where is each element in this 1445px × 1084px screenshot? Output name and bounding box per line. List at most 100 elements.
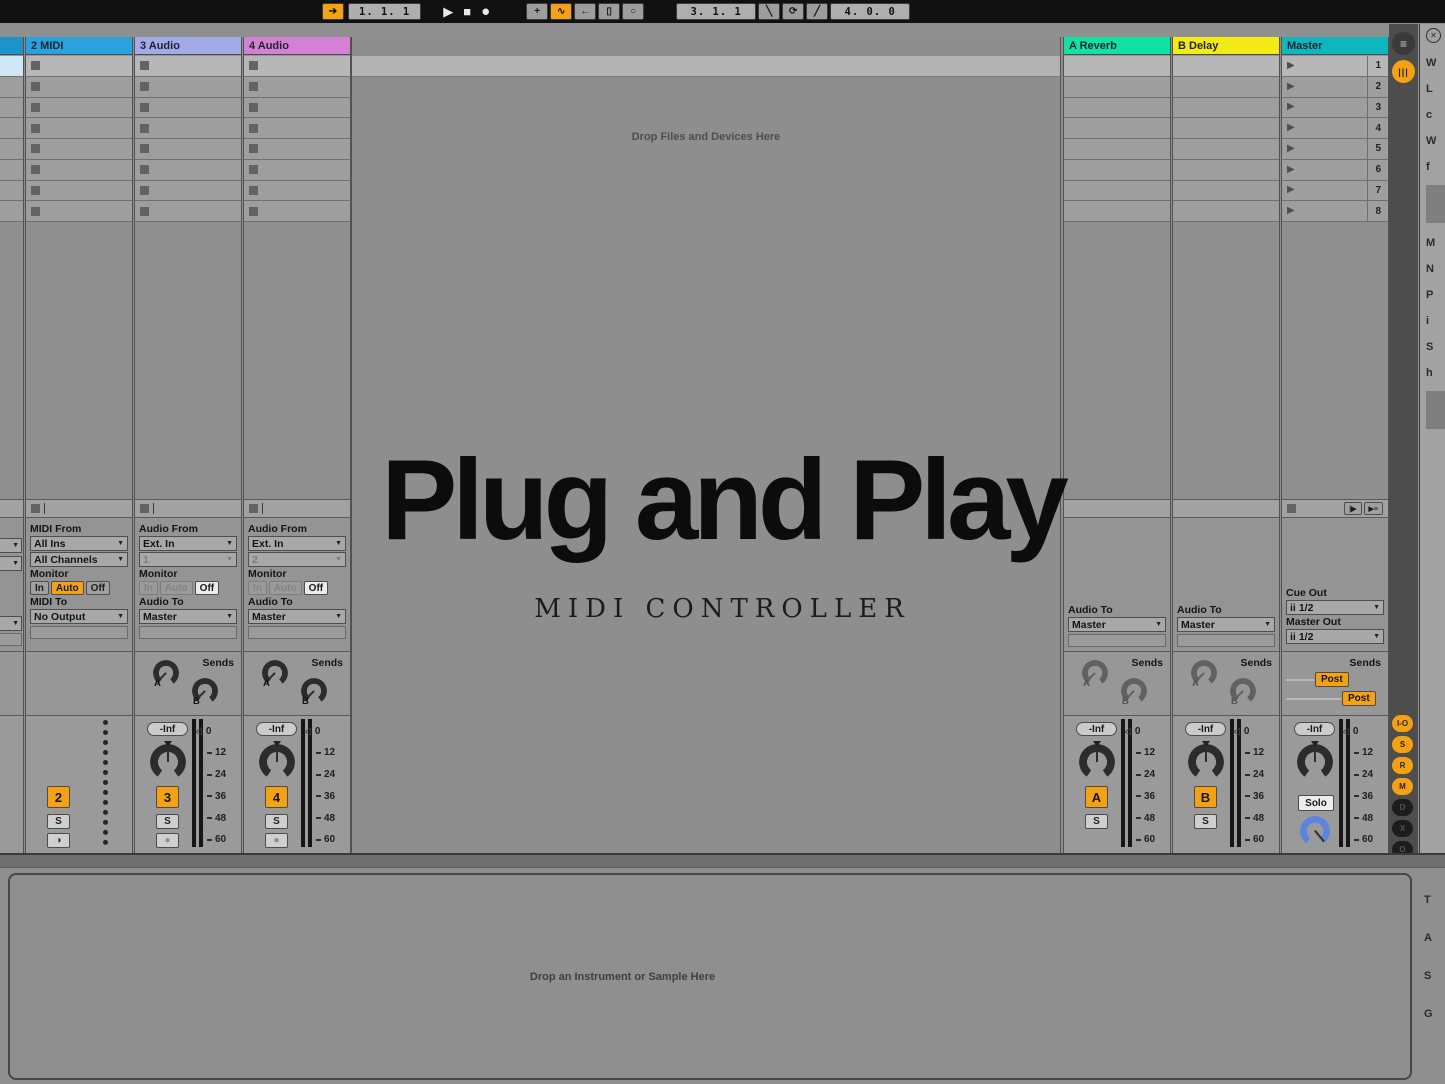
arrangement-position-display[interactable]: 1. 1. 1 bbox=[348, 3, 421, 20]
scene-slot[interactable]: ▶4 bbox=[1282, 118, 1388, 139]
track-3-volume-knob[interactable] bbox=[150, 744, 186, 780]
scene-slot[interactable]: ▶8 bbox=[1282, 201, 1388, 222]
track-4-activator[interactable]: 4 bbox=[265, 786, 288, 808]
clip-slot[interactable] bbox=[1064, 160, 1170, 181]
send-a-knob[interactable]: A bbox=[1082, 660, 1108, 686]
clip-slot[interactable] bbox=[1064, 201, 1170, 222]
clip-stop-icon[interactable] bbox=[249, 207, 258, 216]
return-b-header[interactable]: B Delay bbox=[1173, 37, 1279, 55]
clip-slot[interactable] bbox=[244, 77, 350, 98]
monitor-auto-button[interactable]: Auto bbox=[51, 581, 84, 595]
clip-slot[interactable] bbox=[26, 56, 132, 77]
clip-slot[interactable] bbox=[244, 98, 350, 119]
clip-slot[interactable] bbox=[0, 181, 23, 202]
track-2-solo-button[interactable]: S bbox=[47, 814, 70, 829]
clip-slot[interactable] bbox=[135, 201, 241, 222]
play-button[interactable]: ▶ bbox=[443, 5, 453, 18]
clip-slot[interactable] bbox=[1173, 160, 1279, 181]
send-b-knob[interactable]: B bbox=[1230, 678, 1256, 704]
send-b-knob[interactable]: B bbox=[301, 678, 327, 704]
scene-play-icon[interactable]: ▶ bbox=[1287, 123, 1295, 133]
session-record-button[interactable]: ○ bbox=[622, 3, 644, 20]
clip-slot[interactable] bbox=[1064, 98, 1170, 119]
toggle-i-o[interactable]: I-O bbox=[1392, 715, 1413, 732]
clip-slot[interactable] bbox=[135, 139, 241, 160]
track-3-volume-display[interactable]: -Inf bbox=[147, 722, 188, 736]
return-a-volume-display[interactable]: -Inf bbox=[1076, 722, 1117, 736]
clip-slot[interactable] bbox=[244, 118, 350, 139]
clip-stop-icon[interactable] bbox=[31, 103, 40, 112]
monitor-in-button[interactable]: In bbox=[248, 581, 267, 595]
clip-slot[interactable] bbox=[0, 56, 23, 77]
clip-slot[interactable] bbox=[0, 118, 23, 139]
capture-midi-button[interactable]: ▯ bbox=[598, 3, 620, 20]
clip-slot[interactable] bbox=[244, 181, 350, 202]
monitor-off-button[interactable]: Off bbox=[195, 581, 219, 595]
monitor-auto-button[interactable]: Auto bbox=[160, 581, 193, 595]
midi-overdub-button[interactable]: + bbox=[526, 3, 548, 20]
clip-slot[interactable] bbox=[1173, 118, 1279, 139]
track-3-header[interactable]: 3 Audio bbox=[135, 37, 241, 55]
clip-stop-icon[interactable] bbox=[31, 82, 40, 91]
track-4-header[interactable]: 4 Audio bbox=[244, 37, 350, 55]
stop-button[interactable]: ■ bbox=[463, 5, 471, 18]
clip-stop-icon[interactable] bbox=[31, 144, 40, 153]
loop-start-display[interactable]: 3. 1. 1 bbox=[676, 3, 756, 20]
toggle-s[interactable]: S bbox=[1392, 736, 1413, 753]
track-2-activator[interactable]: 2 bbox=[47, 786, 70, 808]
clip-slot[interactable] bbox=[26, 181, 132, 202]
clip-slot[interactable] bbox=[26, 139, 132, 160]
scene-play-icon[interactable]: ▶ bbox=[1287, 185, 1295, 195]
scene-slot[interactable]: ▶5 bbox=[1282, 139, 1388, 160]
loop-button[interactable]: ⟳ bbox=[782, 3, 804, 20]
clip-slot[interactable] bbox=[1064, 181, 1170, 202]
punch-in-button[interactable]: ╲ bbox=[758, 3, 780, 20]
track-2-header[interactable]: 2 MIDI bbox=[26, 37, 132, 55]
clip-slot[interactable] bbox=[135, 160, 241, 181]
clip-slot[interactable] bbox=[244, 160, 350, 181]
send-b-post-button[interactable]: Post bbox=[1342, 691, 1376, 706]
master-solo-button[interactable]: Solo bbox=[1298, 795, 1334, 811]
toggle-m[interactable]: M bbox=[1392, 778, 1413, 795]
clip-slot[interactable] bbox=[244, 201, 350, 222]
clip-stop-icon[interactable] bbox=[249, 186, 258, 195]
clip-slot[interactable] bbox=[135, 118, 241, 139]
clip-slot[interactable] bbox=[135, 181, 241, 202]
return-b-activator[interactable]: B bbox=[1194, 786, 1217, 808]
clip-slot[interactable] bbox=[26, 160, 132, 181]
master-out-dropdown[interactable]: ii1/2▼ bbox=[1286, 629, 1384, 644]
send-a-post-button[interactable]: Post bbox=[1315, 672, 1349, 687]
clip-slot[interactable] bbox=[26, 201, 132, 222]
clip-slot[interactable] bbox=[1064, 56, 1170, 77]
clip-stop-icon[interactable] bbox=[140, 165, 149, 174]
send-a-knob[interactable]: A bbox=[153, 660, 179, 686]
track-3-activator[interactable]: 3 bbox=[156, 786, 179, 808]
clip-stop-icon[interactable] bbox=[249, 103, 258, 112]
scene-slot[interactable]: ▶7 bbox=[1282, 181, 1388, 202]
return-b-solo-button[interactable]: S bbox=[1194, 814, 1217, 829]
send-b-knob[interactable]: B bbox=[1121, 678, 1147, 704]
scene-play-icon[interactable]: ▶ bbox=[1287, 206, 1295, 216]
scene-slot[interactable]: ▶1 bbox=[1282, 56, 1388, 77]
clip-stop-icon[interactable] bbox=[249, 144, 258, 153]
record-button[interactable]: ● bbox=[481, 4, 490, 19]
mixer-view-button[interactable]: ||| bbox=[1392, 60, 1415, 83]
clip-stop-icon[interactable] bbox=[31, 124, 40, 133]
close-icon[interactable]: ✕ bbox=[1426, 28, 1441, 43]
clip-slot[interactable] bbox=[26, 118, 132, 139]
scene-slot[interactable]: ▶6 bbox=[1282, 160, 1388, 181]
send-a-knob[interactable]: A bbox=[262, 660, 288, 686]
clip-slot[interactable] bbox=[1173, 139, 1279, 160]
clip-stop-icon[interactable] bbox=[140, 103, 149, 112]
track-4-solo-button[interactable]: S bbox=[265, 814, 288, 829]
track-1-channel-dropdown[interactable]: ▼ bbox=[0, 556, 22, 571]
send-b-knob[interactable]: B bbox=[192, 678, 218, 704]
clip-slot[interactable] bbox=[1173, 181, 1279, 202]
scene-play-icon[interactable]: ▶ bbox=[1287, 82, 1295, 92]
overview-menu-button[interactable]: ≡ bbox=[1392, 32, 1415, 55]
clip-slot[interactable] bbox=[0, 139, 23, 160]
monitor-in-button[interactable]: In bbox=[30, 581, 49, 595]
clip-slot[interactable] bbox=[0, 160, 23, 181]
scene-play-icon[interactable]: ▶ bbox=[1287, 144, 1295, 154]
clip-slot[interactable] bbox=[135, 77, 241, 98]
